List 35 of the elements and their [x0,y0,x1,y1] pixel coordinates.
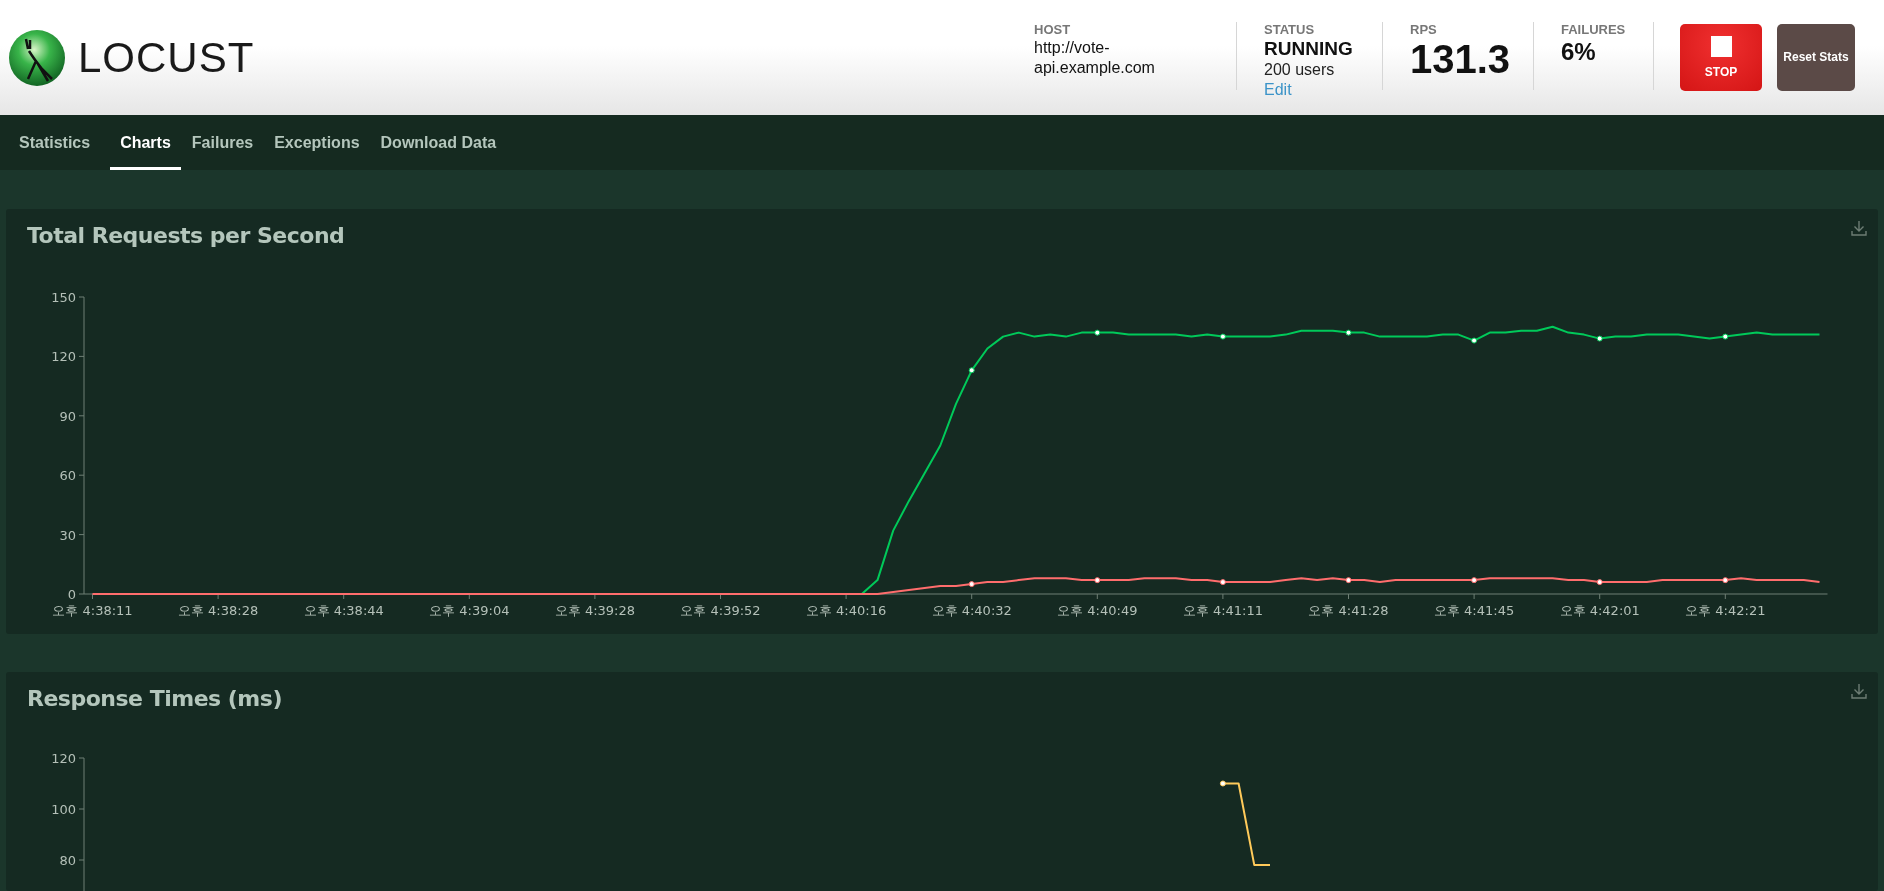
axis-tick-label: 120 [51,751,76,766]
stat-value: 131.3 [1410,38,1507,80]
stat-value: http://vote-api.example.com [1034,38,1156,78]
axis-tick-label: 150 [51,290,76,305]
axis-tick-label: 90 [59,408,76,424]
stat-value: 6% [1561,38,1597,66]
axis-tick-label: 오후 4:40:32 [931,603,1012,618]
stat-label: STATUS [1264,22,1316,38]
user-count: 200 users [1264,60,1336,80]
stat-label: HOST [1034,22,1072,38]
logo-text: LOCUST [78,36,255,79]
axis-tick-label: 30 [59,527,76,543]
axis-tick-label: 오후 4:42:01 [1559,603,1640,618]
axis-tick-label: 오후 4:38:28 [178,603,259,618]
axis-tick-label: 오후 4:39:52 [680,603,761,618]
axis-tick-label: 오후 4:40:16 [805,603,887,618]
axis-tick-label: 오후 4:38:44 [303,603,384,618]
stat-value: RUNNING [1264,38,1354,60]
stat-label: RPS [1410,22,1438,38]
axis-tick-label: 오후 4:41:45 [1433,603,1515,618]
chart-title: Response Times (ms) [27,685,282,713]
stat-label: FAILURES [1561,22,1627,38]
axis-tick-label: 120 [51,349,76,365]
axis-tick-label: 오후 4:38:11 [52,603,133,618]
axis-tick-label: 오후 4:41:11 [1182,603,1264,618]
axis-tick-label: 오후 4:39:04 [429,603,510,618]
axis-tick-label: 60 [59,468,76,484]
axis-tick-label: 오후 4:41:28 [1308,603,1389,618]
axis-tick-label: 80 [59,853,76,868]
axis-tick-label: 0 [67,587,76,602]
axis-tick-label: 100 [51,802,76,817]
axis-tick-label: 오후 4:42:21 [1685,603,1766,618]
chart-title: Total Requests per Second [27,222,345,250]
axis-tick-label: 오후 4:40:49 [1057,603,1138,618]
axis-tick-label: 오후 4:39:28 [554,603,636,618]
